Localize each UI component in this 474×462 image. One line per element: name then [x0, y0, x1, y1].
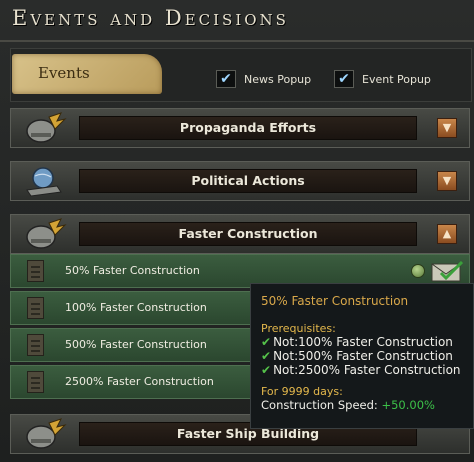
tooltip-requirement: ✔ Not:2500% Faster Construction — [261, 363, 461, 377]
category-label: Propaganda Efforts — [179, 120, 317, 135]
events-and-decisions-window: Events and Decisions Events ✔ News Popup… — [0, 0, 474, 462]
category-propaganda-efforts[interactable]: Propaganda Efforts ▼ — [10, 108, 470, 148]
chevron-up-icon[interactable]: ▲ — [437, 224, 457, 244]
event-popup-label: Event Popup — [362, 73, 431, 86]
globe-tank-icon — [26, 167, 62, 197]
checkmark-icon: ✔ — [261, 335, 272, 349]
document-icon — [27, 260, 44, 282]
decision-label: 100% Faster Construction — [65, 301, 207, 314]
news-popup-checkbox[interactable]: ✔ — [216, 70, 236, 88]
tooltip-duration: For 9999 days: — [261, 385, 343, 398]
category-label: Political Actions — [191, 173, 305, 188]
window-title: Events and Decisions — [12, 6, 289, 30]
news-popup-label: News Popup — [244, 73, 312, 86]
event-popup-checkbox[interactable]: ✔ — [334, 70, 354, 88]
checkmark-icon: ✔ — [261, 363, 272, 377]
checkmark-icon: ✔ — [261, 349, 272, 363]
bird-helmet-icon — [26, 418, 67, 449]
events-tab[interactable]: Events — [12, 54, 162, 94]
checkmark-icon: ✔ — [220, 71, 232, 87]
events-tab-label: Events — [38, 64, 90, 82]
tooltip-prereq-heading: Prerequisites: — [261, 322, 336, 335]
bird-helmet-icon — [26, 218, 67, 249]
decision-label: 2500% Faster Construction — [65, 375, 214, 388]
tooltip-effect-value: +50.00% — [381, 398, 435, 412]
available-indicator-icon — [411, 264, 425, 278]
category-faster-construction[interactable]: Faster Construction ▲ — [10, 214, 470, 254]
tooltip-requirement: ✔ Not:500% Faster Construction — [261, 349, 453, 363]
bird-helmet-icon — [26, 112, 67, 143]
decision-label: 50% Faster Construction — [65, 264, 200, 277]
title-divider — [0, 40, 474, 42]
category-political-actions[interactable]: Political Actions ▼ — [10, 161, 470, 201]
document-icon — [27, 334, 44, 356]
decision-label: 500% Faster Construction — [65, 338, 207, 351]
category-label: Faster Construction — [178, 226, 318, 241]
document-icon — [27, 297, 44, 319]
tooltip-requirement: ✔ Not:100% Faster Construction — [261, 335, 453, 349]
chevron-down-icon[interactable]: ▼ — [437, 118, 457, 138]
document-icon — [27, 371, 44, 393]
tooltip-effect: Construction Speed: +50.00% — [261, 398, 435, 412]
chevron-down-icon[interactable]: ▼ — [437, 171, 457, 191]
decision-tooltip: 50% Faster Construction Prerequisites: ✔… — [250, 283, 474, 429]
checkmark-icon: ✔ — [338, 71, 350, 87]
envelope-icon[interactable] — [431, 261, 463, 283]
tooltip-title: 50% Faster Construction — [261, 294, 409, 308]
